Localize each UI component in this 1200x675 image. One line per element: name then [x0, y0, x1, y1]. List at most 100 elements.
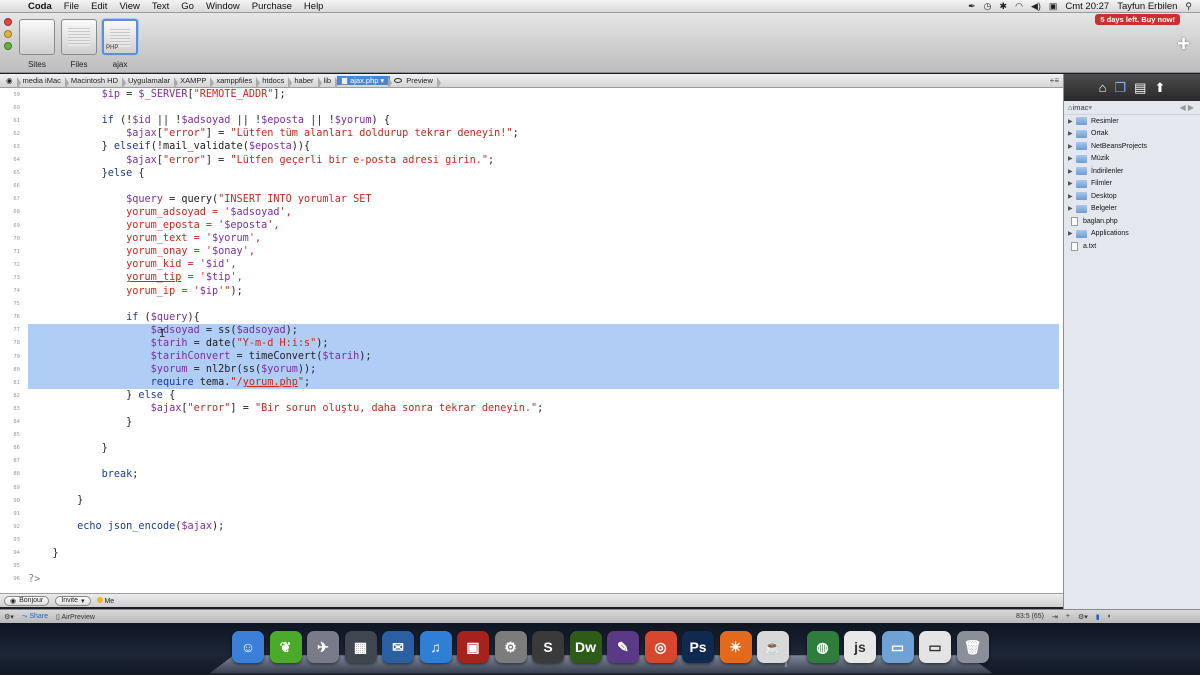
code-text[interactable]: } else {: [28, 389, 175, 402]
sidebar-toggle-icon[interactable]: ◐: [1108, 613, 1112, 620]
crumb-htdocs[interactable]: htdocs: [258, 76, 293, 89]
code-text[interactable]: yorum_tip = '$tip',: [28, 271, 243, 284]
dreamweaver-icon[interactable]: Dw: [569, 631, 602, 663]
code-line[interactable]: 68 yorum_adsoyad = '$adsoyad',: [0, 206, 1063, 219]
file-item[interactable]: baglan.php: [1064, 215, 1200, 228]
leaf-icon[interactable]: ❦: [269, 631, 302, 663]
code-line[interactable]: 93: [0, 533, 1063, 546]
photoshop-icon[interactable]: Ps: [682, 631, 714, 663]
menu-edit[interactable]: Edit: [85, 1, 113, 12]
folder-item[interactable]: ▶ Resimler: [1064, 115, 1200, 128]
folder-icon[interactable]: ▭: [881, 631, 914, 663]
code-line[interactable]: 94 }: [0, 547, 1063, 560]
disclosure-triangle-icon[interactable]: ▶: [1068, 168, 1076, 175]
code-text[interactable]: $ajax["error"] = "Lütfen geçerli bir e-p…: [28, 154, 494, 167]
sublime-icon[interactable]: S: [532, 631, 564, 663]
code-line[interactable]: 59 $ip = $_SERVER["REMOTE_ADDR"];: [0, 88, 1063, 101]
files-icon[interactable]: ❐: [1115, 80, 1127, 96]
code-text[interactable]: yorum_onay = '$onay',: [28, 245, 255, 258]
files-thumbnail[interactable]: [61, 19, 97, 55]
code-text[interactable]: $yorum = nl2br(ss($yorum));: [28, 363, 317, 376]
menu-purchase[interactable]: Purchase: [246, 1, 298, 12]
goto-icon[interactable]: ⇥: [1052, 613, 1058, 621]
disclosure-triangle-icon[interactable]: ▶: [1068, 193, 1076, 200]
code-line[interactable]: 88 break;: [0, 468, 1063, 481]
code-text[interactable]: $tarihConvert = timeConvert($tarih);: [28, 350, 372, 363]
menu-window[interactable]: Window: [200, 1, 246, 12]
input-menu-icon[interactable]: ▣: [1049, 1, 1058, 12]
clock[interactable]: Cmt 20:27: [1065, 1, 1109, 12]
crumb-ajax-php[interactable]: ajax.php ▾: [337, 76, 393, 89]
code-line[interactable]: 75: [0, 298, 1063, 311]
mail-bird-icon[interactable]: ✉: [382, 631, 414, 663]
code-line[interactable]: 79 $tarihConvert = timeConvert($tarih);: [0, 350, 1063, 363]
code-text[interactable]: if (!$id || !$adsoyad || !$eposta || !$y…: [28, 114, 390, 127]
pen-icon[interactable]: ✒: [968, 1, 976, 12]
mission-control-icon[interactable]: ▦: [344, 631, 377, 663]
quill-icon[interactable]: ✎: [607, 631, 639, 663]
code-line[interactable]: 63 } elseif(!mail_validate($eposta)){: [0, 140, 1063, 153]
file-item[interactable]: a.txt: [1064, 240, 1200, 253]
code-line[interactable]: 64 $ajax["error"] = "Lütfen geçerli bir …: [0, 154, 1063, 167]
code-text[interactable]: } elseif(!mail_validate($eposta)){: [28, 140, 311, 153]
photobooth-icon[interactable]: ▣: [457, 631, 489, 663]
code-line[interactable]: 95: [0, 560, 1063, 573]
upload-icon[interactable]: ⬆: [1154, 80, 1165, 96]
globe-icon[interactable]: ◍: [806, 631, 839, 663]
code-line[interactable]: 90 }: [0, 494, 1063, 507]
code-line[interactable]: 80 $yorum = nl2br(ss($yorum));: [0, 363, 1063, 376]
code-editor[interactable]: 59 $ip = $_SERVER["REMOTE_ADDR"]; 60 61 if…: [0, 88, 1063, 593]
code-line[interactable]: 81 require tema."/yorum.php";: [0, 376, 1063, 389]
code-text[interactable]: ?>: [28, 573, 40, 586]
menu-go[interactable]: Go: [175, 1, 200, 12]
crumb-media-imac[interactable]: media iMac: [19, 76, 70, 89]
code-line[interactable]: 73 yorum_tip = '$tip',: [0, 271, 1063, 284]
trial-badge[interactable]: 5 days left. Buy now!: [1095, 14, 1180, 25]
firefox-icon[interactable]: ☀: [719, 631, 752, 663]
code-text[interactable]: yorum_kid = '$id',: [28, 258, 236, 271]
document-icon[interactable]: ▤: [1134, 80, 1146, 96]
code-text[interactable]: yorum_ip = '$ip'");: [28, 285, 243, 298]
code-text[interactable]: yorum_text = '$yorum',: [28, 232, 261, 245]
share-button[interactable]: ⤳ Share: [22, 613, 48, 621]
launchpad-icon[interactable]: ✈: [307, 631, 339, 663]
add-site-button[interactable]: +: [1177, 31, 1190, 57]
code-line[interactable]: 70 yorum_text = '$yorum',: [0, 232, 1063, 245]
code-text[interactable]: echo json_encode($ajax);: [28, 520, 224, 533]
folder-item[interactable]: ▶ Belgeler: [1064, 203, 1200, 216]
code-line[interactable]: 66: [0, 180, 1063, 193]
split-view-button[interactable]: +≡: [1050, 76, 1063, 85]
menu-help[interactable]: Help: [298, 1, 330, 12]
folder-item[interactable]: ▶ NetBeansProjects: [1064, 140, 1200, 153]
java-icon[interactable]: ☕: [757, 631, 789, 663]
code-line[interactable]: 74 yorum_ip = '$ip'");: [0, 285, 1063, 298]
code-text[interactable]: $ip = $_SERVER["REMOTE_ADDR"];: [28, 88, 286, 101]
folder-item[interactable]: ▶ Desktop: [1064, 190, 1200, 203]
spotlight-search-icon[interactable]: ⚲: [1185, 1, 1192, 12]
code-text[interactable]: yorum_adsoyad = '$adsoyad',: [28, 206, 292, 219]
code-text[interactable]: $query = query("INSERT INTO yorumlar SET: [28, 193, 371, 206]
crumb-xampp[interactable]: XAMPP: [176, 76, 215, 89]
home-icon[interactable]: ⌂: [1099, 80, 1107, 95]
zoom-window-icon[interactable]: [4, 42, 12, 50]
back-icon[interactable]: ◉: [0, 76, 21, 89]
code-text[interactable]: yorum_eposta = '$eposta',: [28, 219, 279, 232]
code-line[interactable]: 89: [0, 481, 1063, 494]
code-line[interactable]: 82 } else {: [0, 389, 1063, 402]
crumb-xamppfiles[interactable]: xamppfiles: [212, 76, 261, 89]
js-file-icon[interactable]: js: [844, 631, 876, 663]
crumb-lib[interactable]: lib: [320, 76, 339, 89]
system-preferences-icon[interactable]: ⚙: [494, 631, 527, 663]
code-text[interactable]: if ($query){: [28, 311, 200, 324]
code-line[interactable]: 62 $ajax["error"] = "Lütfen tüm alanları…: [0, 127, 1063, 140]
bluetooth-icon[interactable]: ✱: [1000, 1, 1008, 12]
wifi-icon[interactable]: ◠: [1015, 1, 1023, 12]
code-line[interactable]: 69 yorum_eposta = '$eposta',: [0, 219, 1063, 232]
bonjour-button[interactable]: ◉ Bonjour: [4, 595, 50, 606]
code-line[interactable]: 87: [0, 455, 1063, 468]
code-line[interactable]: 72 yorum_kid = '$id',: [0, 258, 1063, 271]
menu-coda[interactable]: Coda: [22, 1, 58, 12]
code-line[interactable]: 67 $query = query("INSERT INTO yorumlar …: [0, 193, 1063, 206]
volume-icon[interactable]: ◀): [1031, 1, 1041, 12]
sites-thumbnail[interactable]: [19, 19, 55, 55]
